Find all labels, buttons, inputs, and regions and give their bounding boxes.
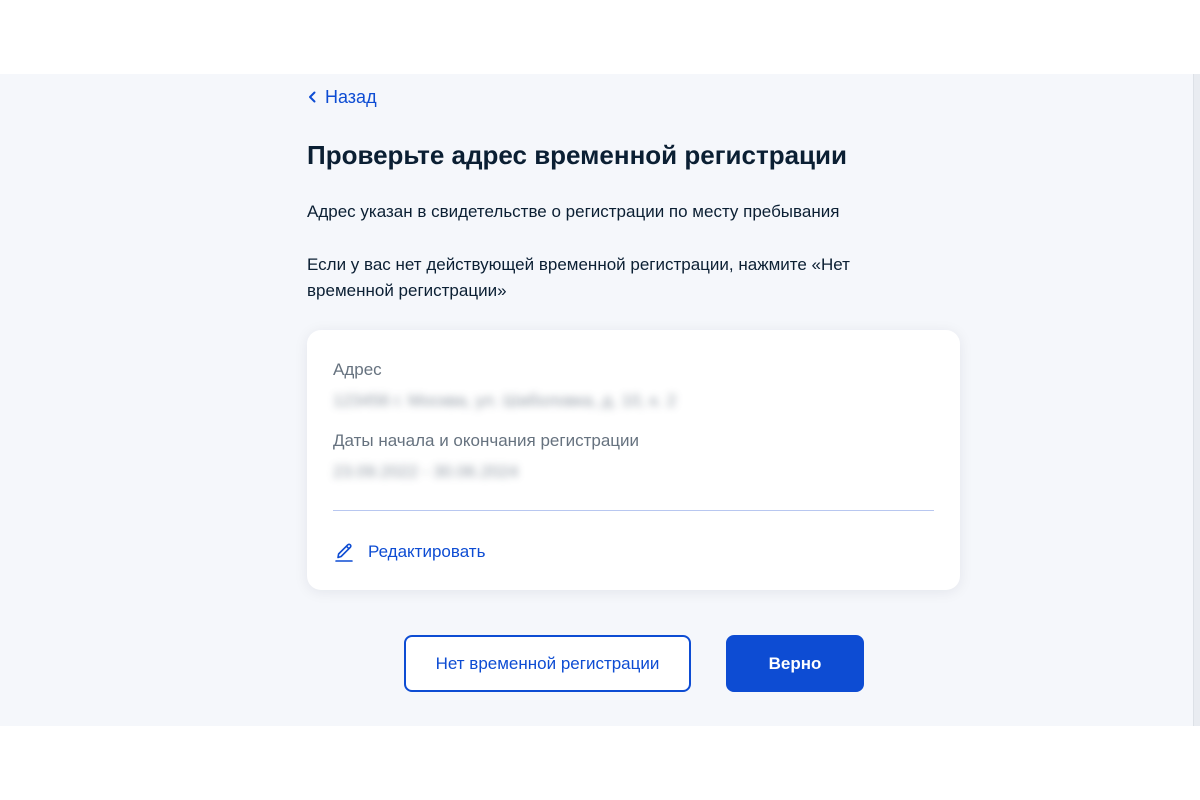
page-description: Адрес указан в свидетельстве о регистрац… (307, 202, 840, 221)
address-card: Адрес 123456 г. Москва, ул. Шаболовка, д… (307, 330, 960, 590)
window-edge (1193, 74, 1200, 726)
pencil-icon (333, 541, 355, 563)
edit-button-label: Редактировать (368, 542, 486, 561)
no-registration-button[interactable]: Нет временной регистрации (404, 635, 691, 692)
back-link-label: Назад (325, 87, 377, 107)
page-hint: Если у вас нет действующей временной рег… (307, 255, 850, 300)
back-link[interactable]: Назад (307, 85, 377, 109)
registration-dates-value: 23.09.2022 - 30.06.2024 (333, 462, 519, 481)
address-value: 123456 г. Москва, ул. Шаболовка, д. 10, … (333, 391, 677, 410)
edit-button[interactable]: Редактировать (333, 540, 485, 564)
page-area: Назад Проверьте адрес временной регистра… (0, 74, 1200, 726)
registration-dates-label: Даты начала и окончания регистрации (333, 431, 639, 450)
card-divider (333, 510, 934, 511)
confirm-button[interactable]: Верно (726, 635, 864, 692)
address-label: Адрес (333, 360, 382, 379)
chevron-left-icon (307, 90, 319, 104)
page-title: Проверьте адрес временной регистрации (307, 140, 848, 170)
